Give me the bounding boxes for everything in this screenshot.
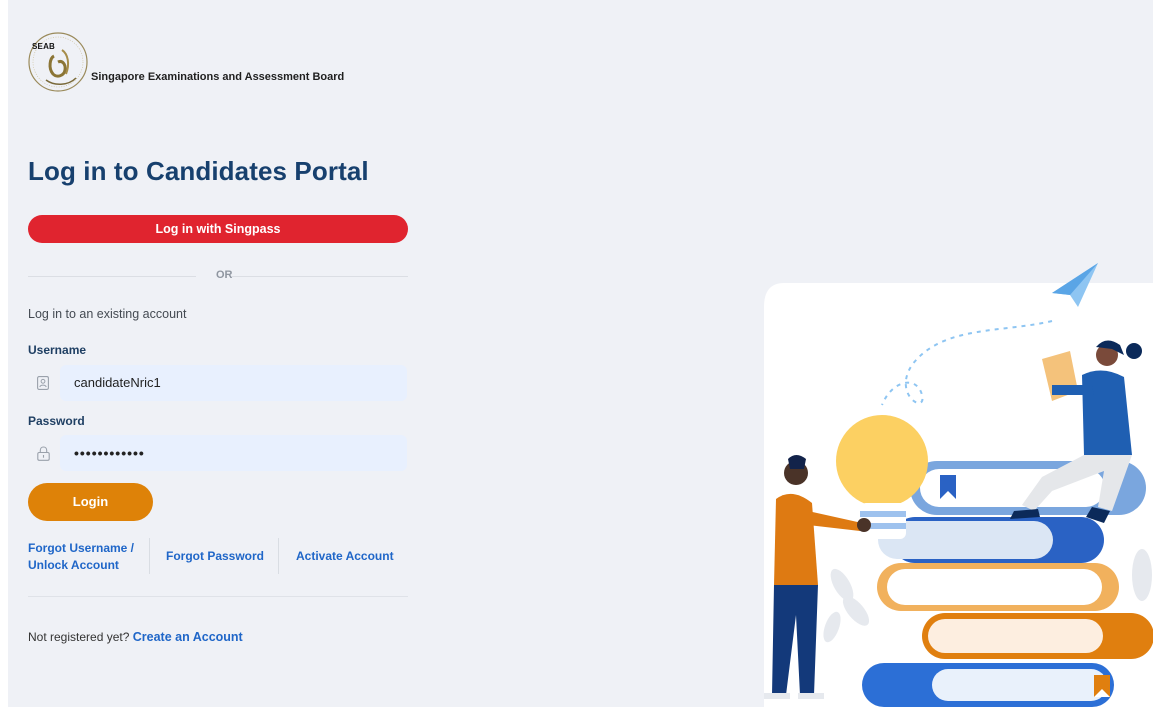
seab-logo[interactable]: SEAB Singapore Examinations and Assessme… xyxy=(28,28,344,96)
forgot-username-line1: Forgot Username / xyxy=(28,541,135,555)
password-label: Password xyxy=(28,414,85,428)
seab-crest-icon xyxy=(28,32,88,92)
register-prompt: Not registered yet? Create an Account xyxy=(28,630,243,644)
divider-line-left xyxy=(28,276,196,277)
activate-account-link[interactable]: Activate Account xyxy=(296,548,394,565)
logo-acronym: SEAB xyxy=(32,42,56,51)
students-books-illustration xyxy=(764,263,1153,707)
account-links: Forgot Username / Unlock Account Forgot … xyxy=(28,538,408,576)
divider xyxy=(28,596,408,597)
forgot-username-link[interactable]: Forgot Username / Unlock Account xyxy=(28,540,134,574)
register-text: Not registered yet? xyxy=(28,630,130,644)
singpass-login-button[interactable]: Log in with Singpass xyxy=(28,215,408,243)
login-page: SEAB Singapore Examinations and Assessme… xyxy=(8,0,1153,707)
page-title: Log in to Candidates Portal xyxy=(28,156,369,186)
login-button[interactable]: Login xyxy=(28,483,153,521)
create-account-link[interactable]: Create an Account xyxy=(133,630,243,644)
password-field: •••••••••••• xyxy=(28,435,407,471)
or-text: OR xyxy=(216,269,233,281)
forgot-username-line2: Unlock Account xyxy=(28,558,119,572)
link-separator xyxy=(278,538,279,574)
password-input[interactable]: •••••••••••• xyxy=(60,435,407,471)
or-divider: OR xyxy=(28,269,408,283)
existing-account-text: Log in to an existing account xyxy=(28,307,187,321)
id-card-icon xyxy=(28,365,58,401)
username-field: candidateNric1 xyxy=(28,365,407,401)
username-input[interactable]: candidateNric1 xyxy=(60,365,407,401)
org-name: Singapore Examinations and Assessment Bo… xyxy=(91,71,345,83)
forgot-password-link[interactable]: Forgot Password xyxy=(166,548,264,565)
lock-icon xyxy=(28,435,58,471)
link-separator xyxy=(149,538,150,574)
username-label: Username xyxy=(28,343,87,357)
divider-line-right xyxy=(232,276,408,277)
